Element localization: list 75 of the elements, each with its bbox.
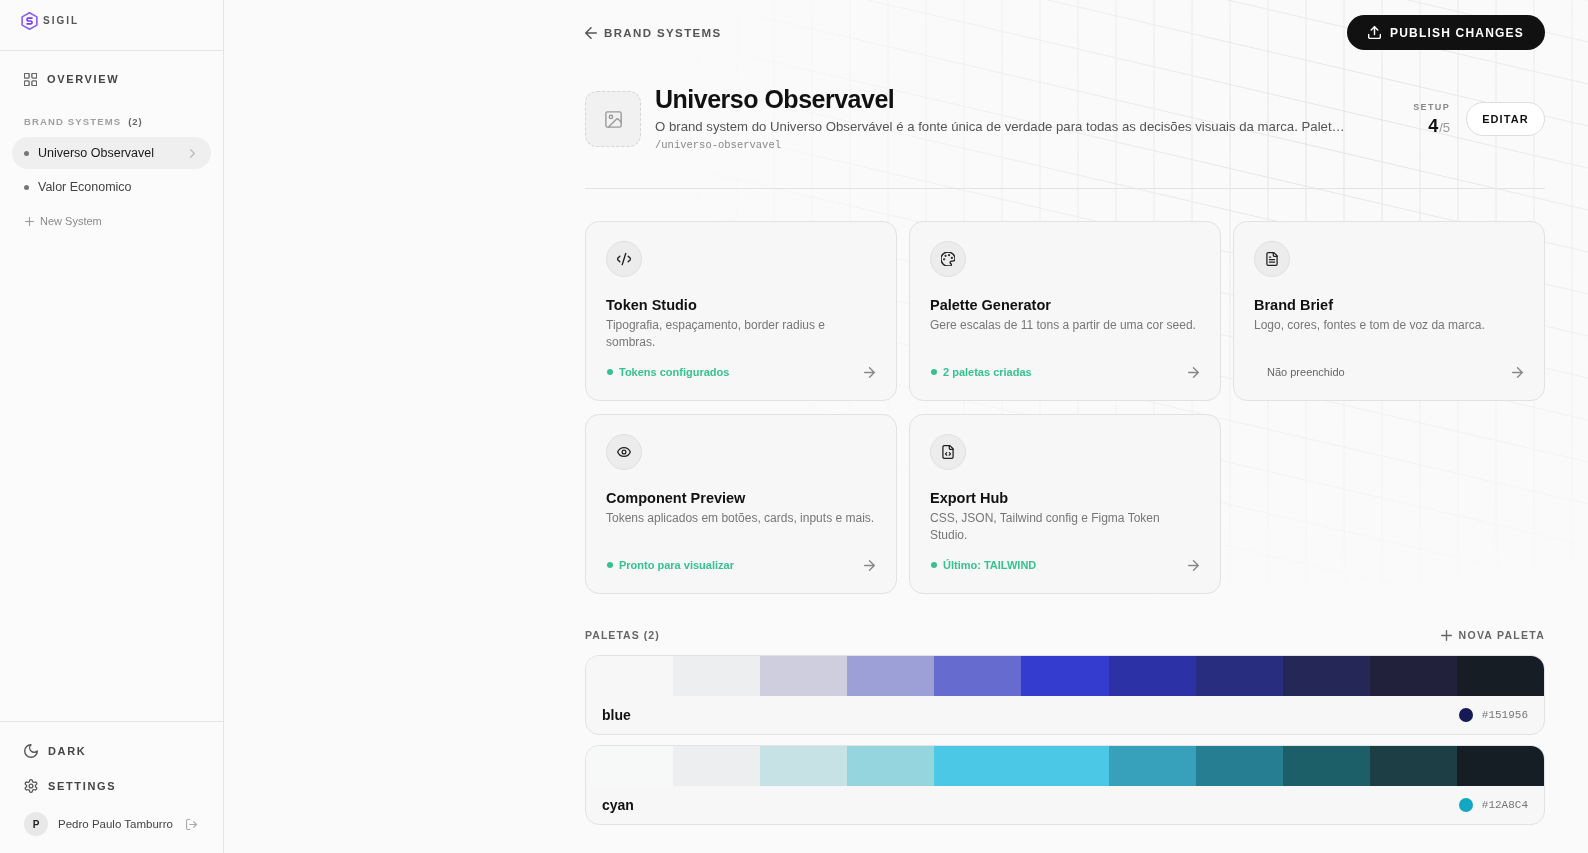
tool-description: Gere escalas de 11 tons a partir de uma cor seed. (930, 317, 1196, 334)
status-text: Pronto para visualizar (619, 559, 734, 571)
avatar: P (24, 812, 48, 836)
tool-card[interactable]: Palette Generator Gere escalas de 11 tons a partir de uma cor seed. 2 paletas criadas (909, 221, 1221, 401)
plus-icon (1440, 629, 1452, 641)
arrow-right-icon (864, 559, 875, 571)
status-dot-icon (607, 562, 613, 568)
code-icon (606, 241, 642, 277)
tool-title: Component Preview (606, 489, 746, 507)
back-link[interactable]: BRAND SYSTEMS (585, 26, 722, 39)
upload-icon (1368, 26, 1381, 39)
system-item[interactable]: Valor Economico (24, 177, 132, 197)
tool-description: Tipografia, espaçamento, border radius e sombras. (606, 317, 826, 351)
document-icon (1254, 241, 1290, 277)
arrow-right-icon (1188, 366, 1199, 378)
system-item[interactable]: Universo Observavel (12, 137, 211, 169)
tool-description: CSS, JSON, Tailwind config e Figma Token Studio. (930, 510, 1161, 544)
setup-count: 4 (1428, 115, 1439, 136)
moon-icon (24, 743, 38, 758)
palette-card[interactable]: cyan #12A8C4 (585, 745, 1545, 825)
palettes-label: PALETAS (2) (585, 629, 660, 641)
logo-text: SIGIL (43, 14, 80, 28)
status-text: Não preenchido (1267, 366, 1345, 378)
eye-icon (606, 434, 642, 470)
tool-card[interactable]: Brand Brief Logo, cores, fontes e tom de voz da marca. Não preenchido (1233, 221, 1545, 401)
tool-title: Palette Generator (930, 296, 1051, 314)
dark-mode-button[interactable]: DARK (24, 743, 87, 758)
system-description: O brand system do Universo Observável é a fonte única de verdade para todas as decisões visuais da marca. Palet… (655, 118, 1345, 136)
bullet-icon (24, 184, 29, 190)
user-name: Pedro Paulo Tamburro (58, 818, 173, 830)
setup-label: SETUP (1413, 100, 1450, 113)
plus-icon (25, 216, 34, 226)
logout-icon[interactable] (186, 818, 197, 830)
tool-title: Brand Brief (1254, 296, 1333, 314)
overview-link[interactable]: OVERVIEW (24, 72, 120, 86)
arrow-right-icon (864, 366, 875, 378)
tool-card[interactable]: Export Hub CSS, JSON, Tailwind config e Figma Token Studio. Último: TAILWIND (909, 414, 1221, 594)
settings-button[interactable]: SETTINGS (24, 778, 117, 793)
image-placeholder-icon (585, 91, 641, 147)
section-label: BRAND SYSTEMS (24, 115, 122, 127)
status-dot-icon (607, 369, 613, 375)
edit-button[interactable]: EDITAR (1466, 102, 1545, 136)
system-title: Universo Observavel (655, 86, 895, 113)
grid-icon (24, 72, 37, 86)
publish-button[interactable]: PUBLISH CHANGES (1347, 15, 1545, 50)
status-text: Tokens configurados (619, 366, 730, 378)
arrow-right-icon (1188, 559, 1199, 571)
status-dot-icon (931, 369, 937, 375)
hex-code: #151956 (1481, 709, 1528, 721)
arrow-left-icon (585, 26, 597, 39)
status-dot-icon (931, 562, 937, 568)
system-slug: /universo-observavel (655, 138, 782, 152)
setup-total: /5 (1439, 118, 1450, 137)
new-palette-button[interactable]: NOVA PALETA (1440, 629, 1545, 641)
palette-name: blue (602, 707, 631, 723)
palette-icon (930, 241, 966, 277)
section-count: (2) (128, 115, 143, 127)
palette-card[interactable]: blue #151956 (585, 655, 1545, 735)
status-text: 2 paletas criadas (943, 366, 1032, 378)
code-file-icon (930, 434, 966, 470)
logo-icon (21, 12, 38, 30)
tool-card[interactable]: Component Preview Tokens aplicados em botões, cards, inputs e mais. Pronto para visualizar (585, 414, 897, 594)
tool-description: Tokens aplicados em botões, cards, inputs e mais. (606, 510, 875, 527)
palette-name: cyan (602, 797, 634, 813)
tool-description: Logo, cores, fontes e tom de voz da marca. (1254, 317, 1485, 334)
arrow-right-icon (1512, 366, 1523, 378)
chevron-right-icon (190, 148, 195, 158)
hex-code: #12A8C4 (1481, 799, 1528, 811)
tool-card[interactable]: Token Studio Tipografia, espaçamento, border radius e sombras. Tokens configurados (585, 221, 897, 401)
status-text: Último: TAILWIND (943, 559, 1037, 571)
tool-title: Export Hub (930, 489, 1009, 507)
tool-title: Token Studio (606, 296, 697, 314)
settings-icon (24, 778, 38, 793)
new-system-button[interactable]: New System (25, 215, 102, 227)
bullet-icon (24, 150, 29, 156)
